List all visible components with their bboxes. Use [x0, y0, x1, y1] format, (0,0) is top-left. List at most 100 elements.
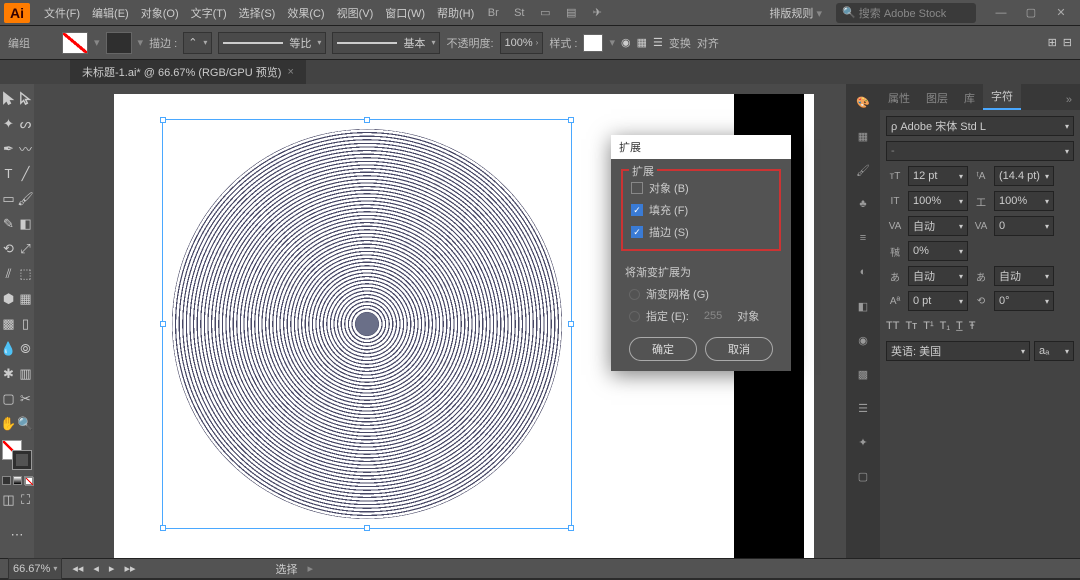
font-size[interactable]: 12 pt▾ [908, 166, 968, 186]
vertical-scale[interactable]: 100%▾ [908, 191, 968, 211]
graph-tool[interactable]: ▥ [17, 361, 34, 386]
strikethrough[interactable]: Ŧ [969, 320, 976, 332]
selection-tool[interactable] [0, 86, 17, 111]
brush-def[interactable]: 基本▾ [332, 32, 440, 54]
rectangle-tool[interactable]: ▭ [0, 186, 17, 211]
tsume[interactable]: 0%▾ [908, 241, 968, 261]
stroke-profile[interactable]: 等比▾ [218, 32, 326, 54]
nav-next[interactable]: ▸▸ [124, 562, 135, 575]
menu-edit[interactable]: 编辑(E) [86, 5, 135, 21]
screen-mode[interactable]: ⛶ [17, 487, 34, 512]
tab-layers[interactable]: 图层 [918, 86, 956, 110]
char-rotation[interactable]: 0°▾ [994, 291, 1054, 311]
tracking[interactable]: 0▾ [994, 216, 1054, 236]
zoom-tool[interactable]: 🔍 [17, 411, 34, 436]
stroke-swatch[interactable] [106, 32, 132, 54]
slice-tool[interactable]: ✂ [17, 386, 34, 411]
superscript[interactable]: T¹ [923, 320, 933, 332]
shape-builder-tool[interactable]: ⬢ [0, 286, 17, 311]
asset-panel-icon[interactable]: ✦ [853, 432, 873, 452]
font-style[interactable]: -▾ [886, 141, 1074, 161]
color-panel-icon[interactable]: 🎨 [853, 92, 873, 112]
menu-type[interactable]: 文字(T) [185, 5, 233, 21]
draw-mode[interactable]: ◫ [0, 487, 17, 512]
pen-tool[interactable]: ✒ [0, 136, 17, 161]
panel-menu-icon[interactable]: » [1058, 90, 1080, 110]
nav-fwd[interactable]: ▸ [109, 562, 115, 575]
lasso-tool[interactable]: ᔕ [17, 111, 34, 136]
ok-button[interactable]: 确定 [629, 337, 697, 361]
perspective-tool[interactable]: ▦ [17, 286, 34, 311]
scale-tool[interactable]: ⤢ [17, 236, 34, 261]
fill-stroke-control[interactable] [2, 440, 32, 470]
window-minimize[interactable]: — [986, 3, 1016, 23]
swatches-panel-icon[interactable]: ▦ [853, 126, 873, 146]
checkbox-stroke[interactable]: ✓描边 (S) [627, 221, 775, 243]
opacity-value[interactable]: 100%› [500, 32, 544, 54]
nav-back[interactable]: ◂ [93, 562, 99, 575]
allcaps[interactable]: TT [886, 320, 899, 332]
font-family[interactable]: ρ Adobe 宋体 Std L▾ [886, 116, 1074, 136]
bridge-icon[interactable]: Br [482, 3, 504, 23]
rocket-icon[interactable]: ✈ [586, 3, 608, 23]
subscript[interactable]: T₁ [940, 320, 950, 332]
menu-window[interactable]: 窗口(W) [379, 5, 431, 21]
recolor-icon[interactable]: ◉ [621, 36, 631, 49]
layers-panel-icon[interactable]: ☰ [853, 398, 873, 418]
eyedropper-tool[interactable]: 💧 [0, 336, 17, 361]
zoom-level[interactable]: 66.67%▾ [8, 558, 62, 580]
rotate-tool[interactable]: ⟲ [0, 236, 17, 261]
menu-object[interactable]: 对象(O) [135, 5, 185, 21]
eraser-tool[interactable]: ◧ [17, 211, 34, 236]
checkbox-fill[interactable]: ✓填充 (F) [627, 199, 775, 221]
symbols-panel-icon[interactable]: ♣ [853, 194, 873, 214]
kerning[interactable]: 自动▾ [908, 216, 968, 236]
tab-libraries[interactable]: 库 [956, 86, 983, 110]
nav-prev[interactable]: ◂◂ [72, 562, 83, 575]
arrange-icon[interactable]: ▭ [534, 3, 556, 23]
graphic-styles-panel-icon[interactable]: ▩ [853, 364, 873, 384]
width-tool[interactable]: ⫽ [0, 261, 17, 286]
more-icon[interactable]: ⊟ [1063, 36, 1072, 49]
free-transform-tool[interactable]: ⬚ [17, 261, 34, 286]
align-icon[interactable]: ▦ [637, 36, 647, 49]
type-tool[interactable]: T [0, 161, 17, 186]
smallcaps[interactable]: Tт [905, 320, 917, 332]
isolate-icon[interactable]: ⊞ [1048, 36, 1057, 49]
artboards-panel-icon[interactable]: ▢ [853, 466, 873, 486]
gpu-icon[interactable]: ▤ [560, 3, 582, 23]
menu-select[interactable]: 选择(S) [233, 5, 282, 21]
color-mode-switches[interactable] [2, 476, 33, 485]
align-label[interactable]: 对齐 [697, 35, 719, 51]
gradient-tool[interactable]: ▯ [17, 311, 34, 336]
style-swatch[interactable] [583, 34, 603, 52]
mesh-tool[interactable]: ▩ [0, 311, 17, 336]
stock-icon[interactable]: St [508, 3, 530, 23]
symbol-sprayer-tool[interactable]: ✱ [0, 361, 17, 386]
leading[interactable]: (14.4 pt)▾ [994, 166, 1054, 186]
tab-properties[interactable]: 属性 [880, 86, 918, 110]
appearance-panel-icon[interactable]: ◉ [853, 330, 873, 350]
underline[interactable]: T̲ [956, 320, 963, 332]
edit-toolbar[interactable]: ⋯ [0, 512, 34, 558]
stroke-weight[interactable]: ⌃▾ [183, 32, 212, 54]
tab-character[interactable]: 字符 [983, 84, 1021, 110]
menu-file[interactable]: 文件(F) [38, 5, 86, 21]
curvature-tool[interactable]: 〰 [17, 136, 34, 161]
fill-swatch[interactable] [62, 32, 88, 54]
document-tab[interactable]: 未标题-1.ai* @ 66.67% (RGB/GPU 预览) × [70, 60, 306, 84]
search-stock[interactable]: 🔍 搜索 Adobe Stock [836, 3, 976, 23]
menu-effect[interactable]: 效果(C) [281, 5, 330, 21]
typography-rules[interactable]: 排版规则 ▾ [763, 5, 828, 21]
brush-tool[interactable]: 🖌 [17, 186, 34, 211]
aki-left[interactable]: 自动▾ [908, 266, 968, 286]
stroke-color[interactable] [12, 450, 32, 470]
menu-view[interactable]: 视图(V) [331, 5, 380, 21]
horizontal-scale[interactable]: 100%▾ [994, 191, 1054, 211]
blend-tool[interactable]: ⦾ [17, 336, 34, 361]
close-tab-icon[interactable]: × [287, 66, 293, 78]
magic-wand-tool[interactable]: ✦ [0, 111, 17, 136]
artboard-tool[interactable]: ▢ [0, 386, 17, 411]
language[interactable]: 英语: 美国▾ [886, 341, 1030, 361]
brushes-panel-icon[interactable]: 🖌 [853, 160, 873, 180]
